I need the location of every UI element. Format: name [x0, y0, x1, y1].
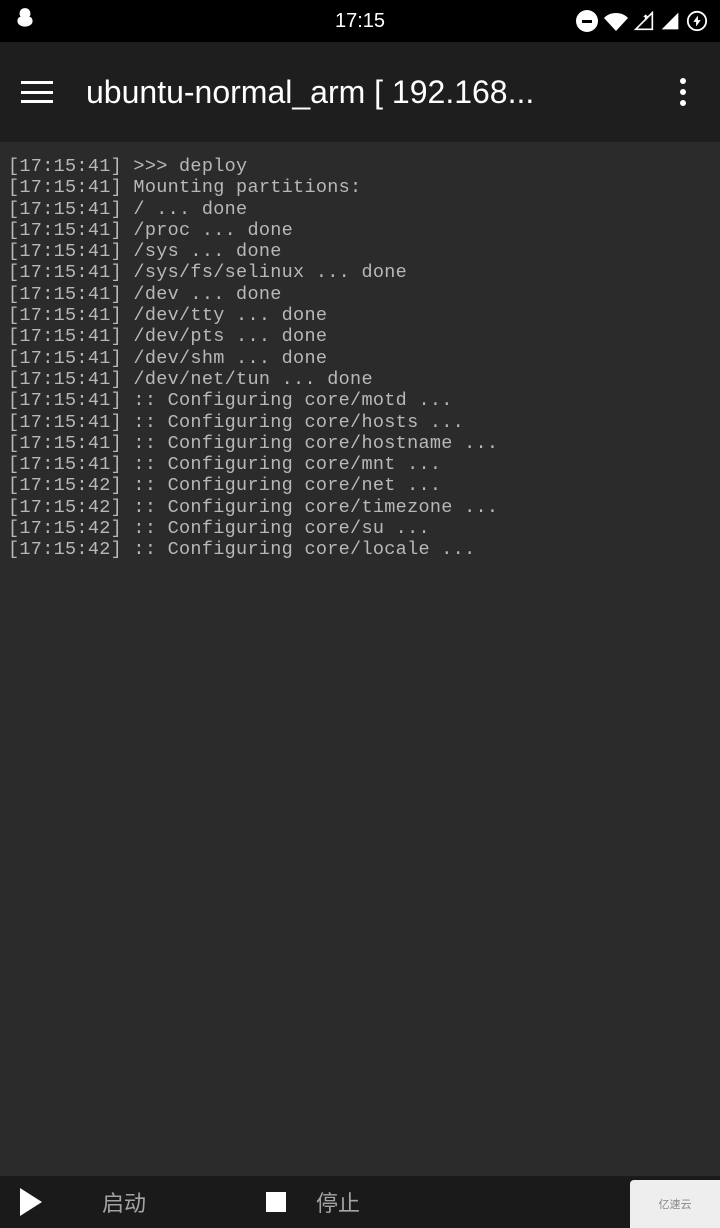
menu-button[interactable]	[16, 71, 58, 113]
status-bar: 17:15	[0, 0, 720, 42]
bolt-icon	[686, 10, 708, 32]
status-time: 17:15	[335, 10, 385, 33]
more-icon	[680, 78, 686, 106]
play-icon[interactable]	[20, 1188, 42, 1216]
wifi-icon	[604, 9, 628, 33]
hamburger-icon	[21, 81, 53, 103]
stop-label[interactable]: 停止	[316, 1186, 360, 1218]
signal-icon-1	[634, 11, 654, 31]
signal-icon-2	[660, 11, 680, 31]
start-label[interactable]: 启动	[102, 1186, 146, 1218]
more-button[interactable]	[662, 71, 704, 113]
status-icons	[576, 9, 708, 33]
notification-icon	[12, 6, 38, 36]
dnd-icon	[576, 10, 598, 32]
watermark: 亿速云	[630, 1180, 720, 1228]
app-bar: ubuntu-normal_arm [ 192.168...	[0, 42, 720, 142]
bottom-bar: 启动 停止	[0, 1176, 720, 1228]
stop-icon[interactable]	[266, 1192, 286, 1212]
app-title: ubuntu-normal_arm [ 192.168...	[86, 74, 652, 111]
terminal-output[interactable]: [17:15:41] >>> deploy [17:15:41] Mountin…	[0, 142, 720, 575]
